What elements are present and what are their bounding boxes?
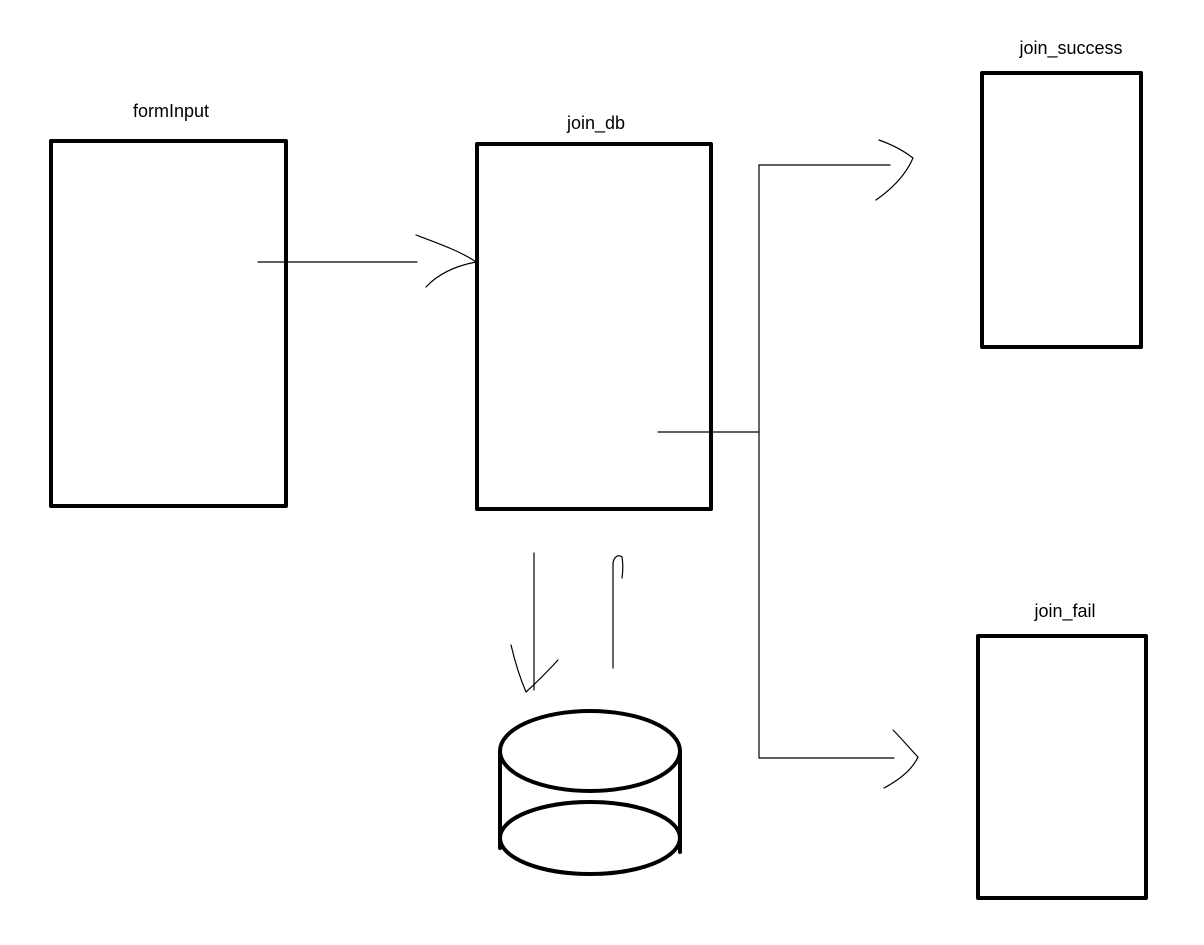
arrow-form-to-db (257, 234, 477, 288)
diagram-svg (49, 71, 1148, 900)
join-fail-label: join_fail (1034, 601, 1096, 621)
diagram-canvas: formInput join_db join_success join_fail (0, 0, 1204, 940)
arrow-database-to-db (612, 555, 624, 669)
join-fail-box (976, 634, 1148, 900)
join-success-box (980, 71, 1143, 349)
form-input-box (49, 139, 288, 508)
database-cylinder-icon (498, 709, 682, 876)
arrowhead-fail (883, 729, 919, 789)
join-db-label: join_db (566, 113, 626, 133)
branch-connector (657, 164, 895, 759)
form-input-label: formInput (132, 101, 210, 121)
arrowhead-success (875, 139, 914, 201)
join-db-box (475, 142, 713, 511)
join-success-label: join_success (1019, 38, 1123, 58)
arrow-db-to-database (510, 552, 559, 693)
